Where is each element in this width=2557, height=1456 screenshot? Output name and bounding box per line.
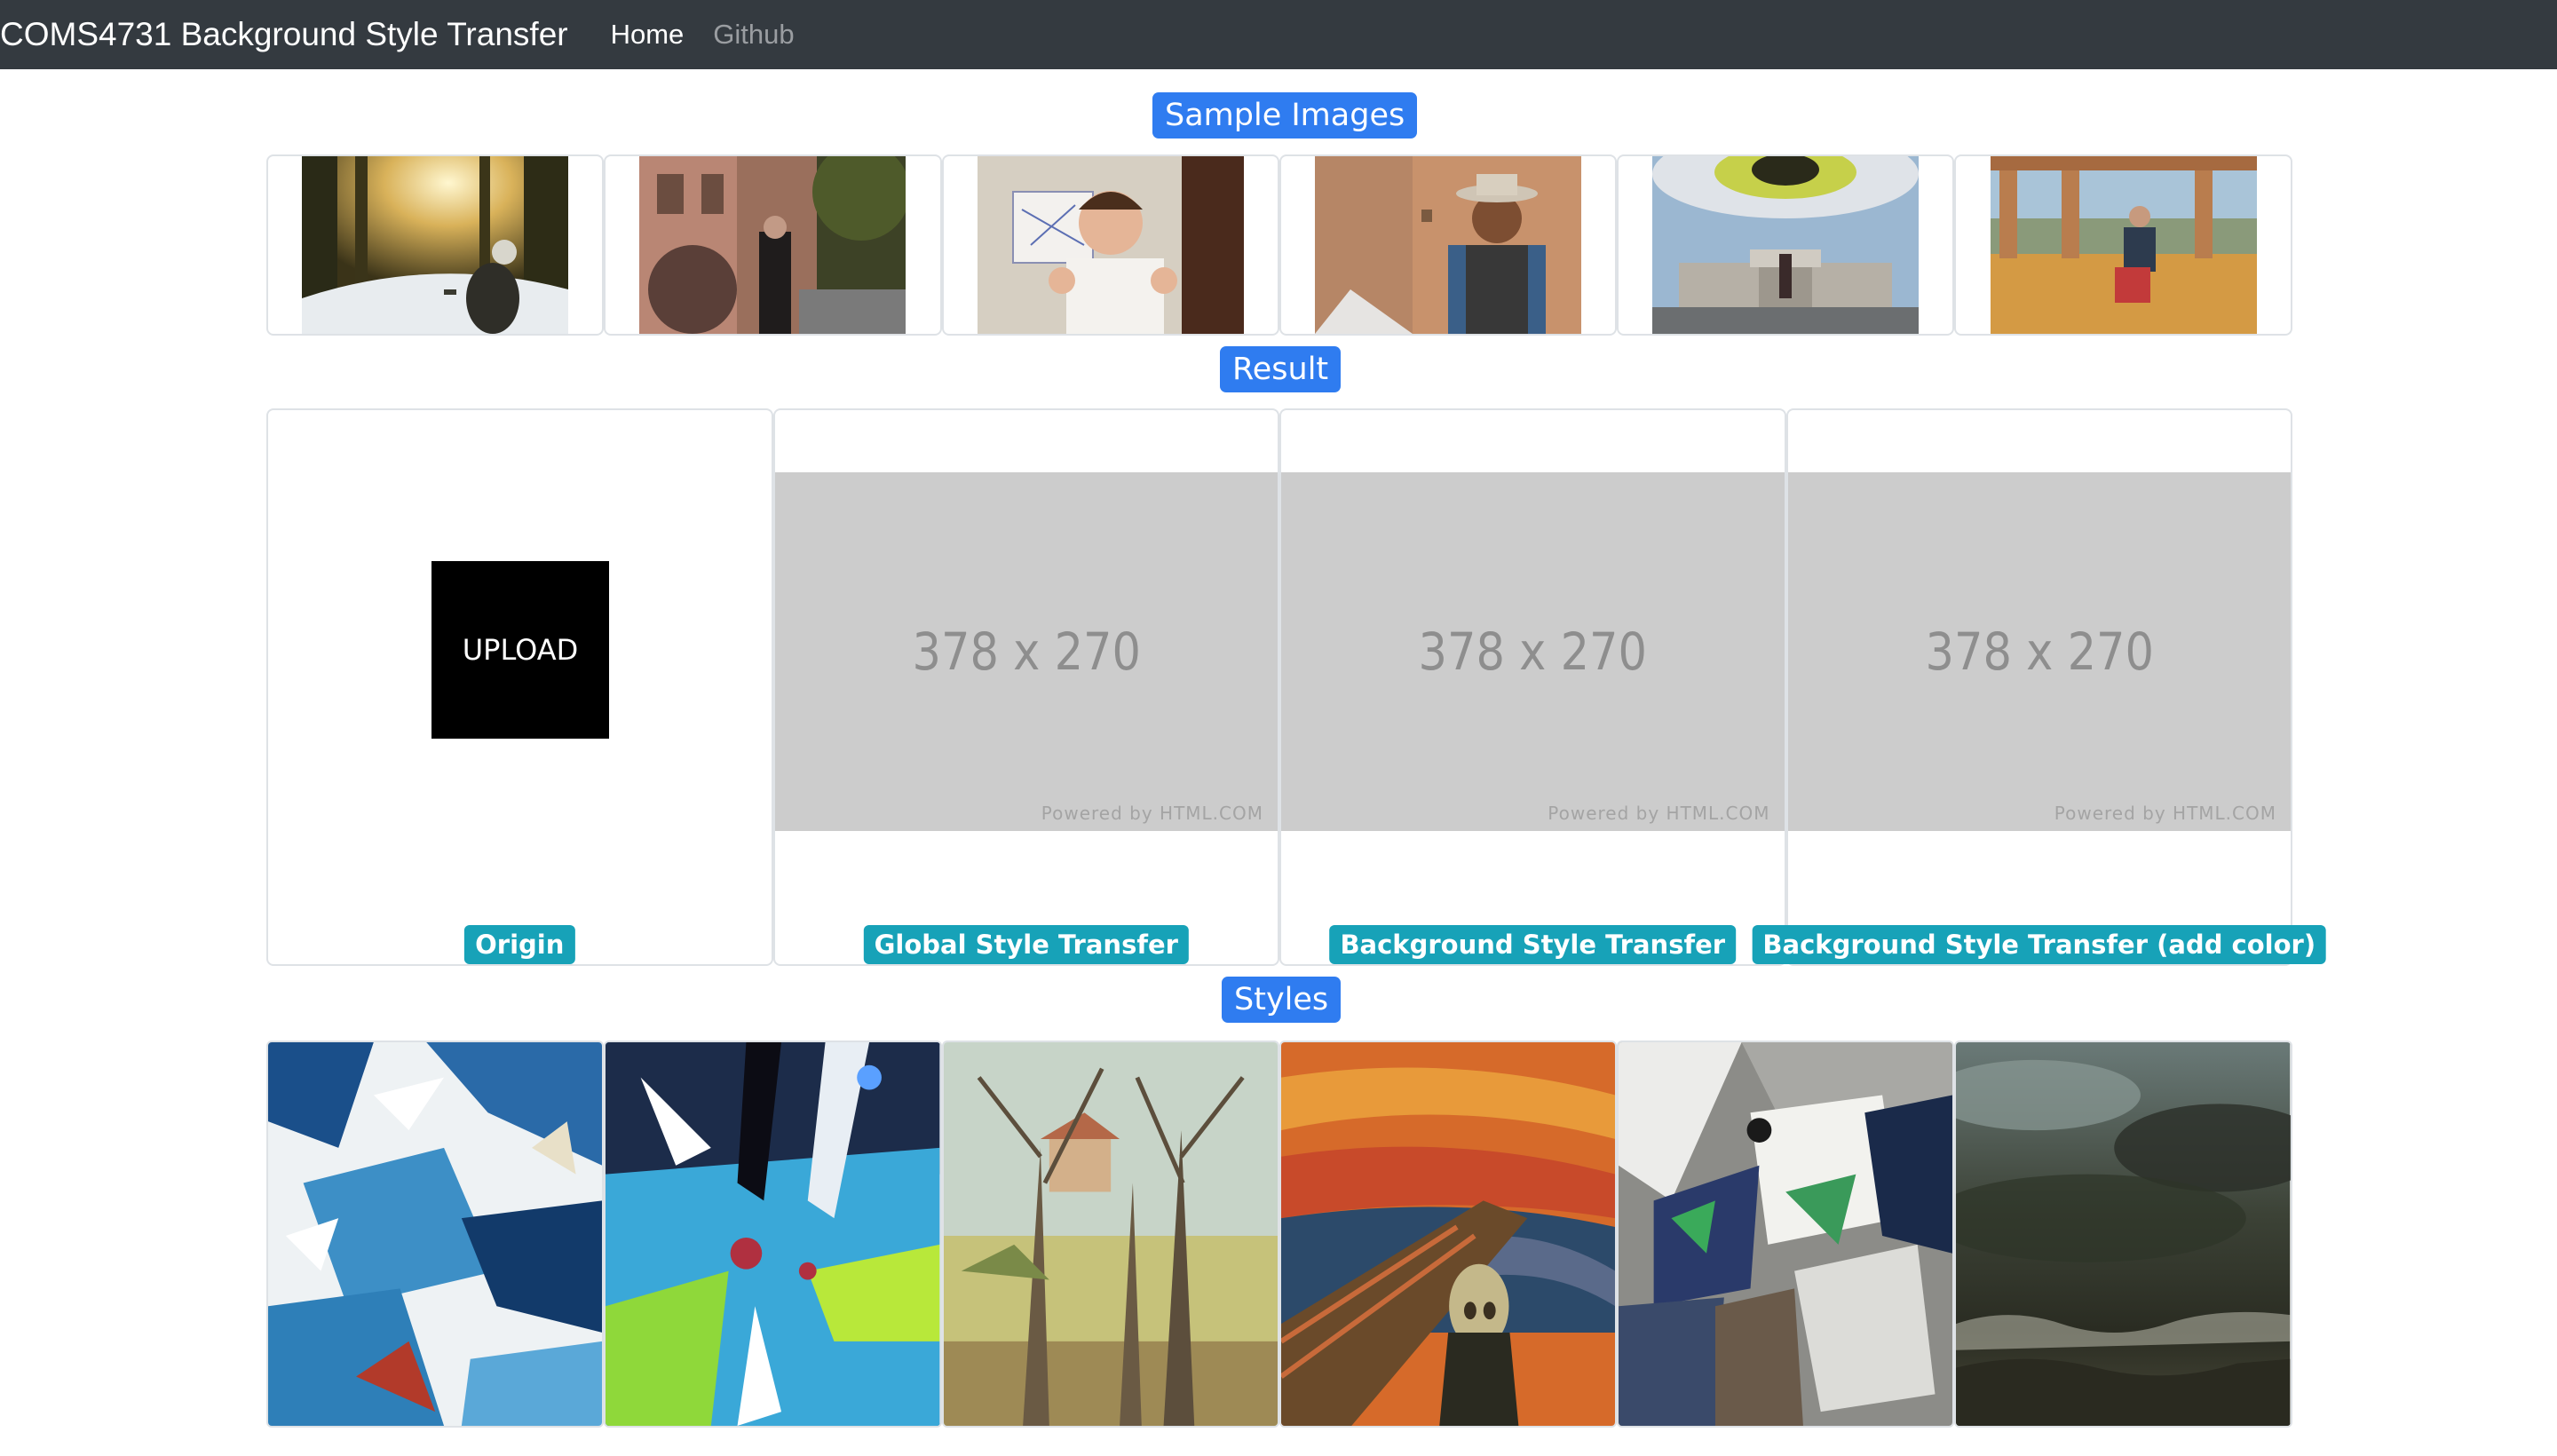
style-image[interactable] <box>1280 1042 1616 1426</box>
sample-card[interactable] <box>604 154 942 336</box>
navbar-brand[interactable]: COMS4731 Background Style Transfer <box>0 16 568 53</box>
sample-images-row <box>266 154 2292 336</box>
sample-image[interactable] <box>1315 156 1582 334</box>
style-image[interactable] <box>606 1042 940 1426</box>
result-card-global: 378 x 270 Powered by HTML.COM Global Sty… <box>772 408 1279 966</box>
placeholder-size-label: 378 x 270 <box>1418 621 1647 682</box>
sample-image[interactable] <box>977 156 1244 334</box>
sample-images-heading: Sample Images <box>1152 92 1418 138</box>
sample-image[interactable] <box>1990 156 2257 334</box>
styles-heading: Styles <box>1222 977 1342 1023</box>
result-card-background-color: 378 x 270 Powered by HTML.COM Background… <box>1752 408 2327 966</box>
sample-image[interactable] <box>639 156 906 334</box>
placeholder-size-label: 378 x 270 <box>1924 621 2154 682</box>
nav-link-home[interactable]: Home <box>611 19 685 51</box>
placeholder-powered-text: Powered by HTML.COM <box>1548 803 1770 824</box>
sample-card[interactable] <box>941 154 1279 336</box>
sample-card[interactable] <box>1617 154 1955 336</box>
sample-image[interactable] <box>1652 156 1920 334</box>
result-heading: Result <box>1220 346 1342 392</box>
style-card[interactable] <box>1278 1041 1618 1428</box>
style-image[interactable] <box>268 1042 603 1426</box>
placeholder-image: 378 x 270 Powered by HTML.COM <box>1787 472 2291 831</box>
sample-card[interactable] <box>1278 154 1618 336</box>
sample-card[interactable] <box>266 154 605 336</box>
style-card[interactable] <box>1617 1041 1955 1428</box>
result-card-background: 378 x 270 Powered by HTML.COM Background… <box>1279 408 1786 966</box>
caption-origin: Origin <box>464 925 575 964</box>
style-card[interactable] <box>1954 1041 2292 1428</box>
sample-card[interactable] <box>1954 154 2292 336</box>
placeholder-image: 378 x 270 Powered by HTML.COM <box>1281 472 1785 831</box>
style-image[interactable] <box>1619 1042 1953 1426</box>
placeholder-powered-text: Powered by HTML.COM <box>2054 803 2276 824</box>
sample-image[interactable] <box>302 156 569 334</box>
placeholder-image: 378 x 270 Powered by HTML.COM <box>774 472 1278 831</box>
style-image[interactable] <box>1956 1042 2291 1426</box>
navbar: COMS4731 Background Style Transfer Home … <box>0 0 2557 69</box>
style-card[interactable] <box>266 1041 605 1428</box>
style-card[interactable] <box>941 1041 1279 1428</box>
upload-button[interactable]: UPLOAD <box>431 561 609 739</box>
style-image[interactable] <box>943 1042 1278 1426</box>
placeholder-size-label: 378 x 270 <box>911 621 1141 682</box>
caption-global-style-transfer: Global Style Transfer <box>863 925 1189 964</box>
result-row: UPLOAD Origin 378 x 270 Powered by HTML.… <box>266 408 2327 966</box>
placeholder-powered-text: Powered by HTML.COM <box>1041 803 1263 824</box>
caption-background-style-transfer: Background Style Transfer <box>1329 925 1737 964</box>
styles-row <box>266 1041 2292 1428</box>
style-card[interactable] <box>604 1041 942 1428</box>
result-card-origin: UPLOAD Origin <box>266 408 773 966</box>
caption-background-style-transfer-add-color: Background Style Transfer (add color) <box>1752 925 2327 964</box>
nav-link-github[interactable]: Github <box>713 19 794 51</box>
